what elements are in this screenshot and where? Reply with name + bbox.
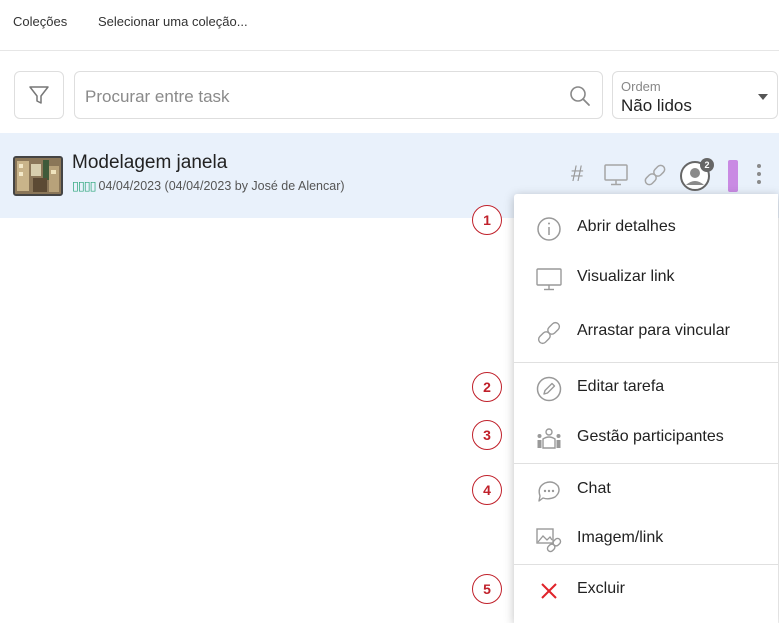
menu-item-label: Arrastar para vincular [577, 322, 730, 339]
more-options-icon[interactable] [755, 161, 763, 191]
search-icon[interactable] [568, 84, 592, 108]
menu-item-drag-to-link[interactable]: Arrastar para vincular [514, 307, 778, 357]
pencil-icon [536, 376, 562, 402]
callout-badge: 5 [472, 574, 502, 604]
search-box [74, 71, 603, 119]
task-tag-glyphs: ▯▯▯▯ [72, 179, 96, 193]
menu-item-manage-participants[interactable]: Gestão participantes [514, 413, 778, 463]
callout-badge: 3 [472, 420, 502, 450]
participants-avatar[interactable]: 2 [678, 158, 716, 192]
menu-item-delete[interactable]: Excluir [514, 565, 778, 615]
order-value: Não lidos [621, 96, 692, 115]
menu-item-label: Abrir detalhes [577, 218, 676, 235]
hashtag-icon[interactable]: # [571, 161, 583, 187]
order-label: Ordem [621, 79, 661, 94]
task-thumbnail [13, 156, 63, 196]
callout-badge: 4 [472, 475, 502, 505]
collections-label[interactable]: Coleções [13, 14, 67, 29]
select-collection-dropdown[interactable]: Selecionar uma coleção... [98, 14, 248, 29]
image-link-icon [536, 528, 562, 553]
monitor-icon [536, 268, 562, 291]
search-input[interactable] [83, 82, 557, 112]
menu-item-label: Visualizar link [577, 268, 675, 285]
menu-item-view-link[interactable]: Visualizar link [514, 253, 778, 303]
callout-badge: 1 [472, 205, 502, 235]
task-context-menu: Abrir detalhes Visualizar link Arrastar … [514, 194, 778, 623]
menu-item-edit-task[interactable]: Editar tarefa [514, 363, 778, 413]
info-icon [537, 217, 561, 241]
filter-button[interactable] [14, 71, 64, 119]
participants-icon [537, 428, 561, 449]
menu-item-image-link[interactable]: Imagem/link [514, 514, 778, 564]
task-color-label [728, 160, 738, 192]
order-select[interactable]: Ordem Não lidos [612, 71, 778, 119]
chat-icon [538, 481, 560, 502]
task-meta: ▯▯▯▯ 04/04/2023 (04/04/2023 by José de Al… [72, 178, 345, 193]
monitor-icon[interactable] [603, 163, 629, 187]
filter-icon [29, 86, 49, 104]
menu-item-chat[interactable]: Chat [514, 465, 778, 515]
menu-divider [514, 463, 778, 464]
menu-item-label: Editar tarefa [577, 378, 665, 395]
link-icon [537, 321, 561, 345]
task-date-info: 04/04/2023 (04/04/2023 by José de Alenca… [98, 179, 345, 193]
menu-item-label: Imagem/link [577, 529, 664, 546]
collection-bar: Coleções Selecionar uma coleção... [0, 0, 779, 51]
close-icon [541, 583, 557, 599]
chevron-down-icon [758, 94, 768, 100]
menu-item-label: Chat [577, 480, 611, 497]
menu-item-label: Excluir [577, 580, 626, 597]
menu-item-label: Gestão participantes [577, 428, 724, 445]
menu-item-open-details[interactable]: Abrir detalhes [514, 203, 778, 253]
callout-badge: 2 [472, 372, 502, 402]
link-icon[interactable] [642, 162, 668, 188]
participants-count: 2 [700, 158, 714, 172]
task-title[interactable]: Modelagem janela [72, 152, 227, 174]
